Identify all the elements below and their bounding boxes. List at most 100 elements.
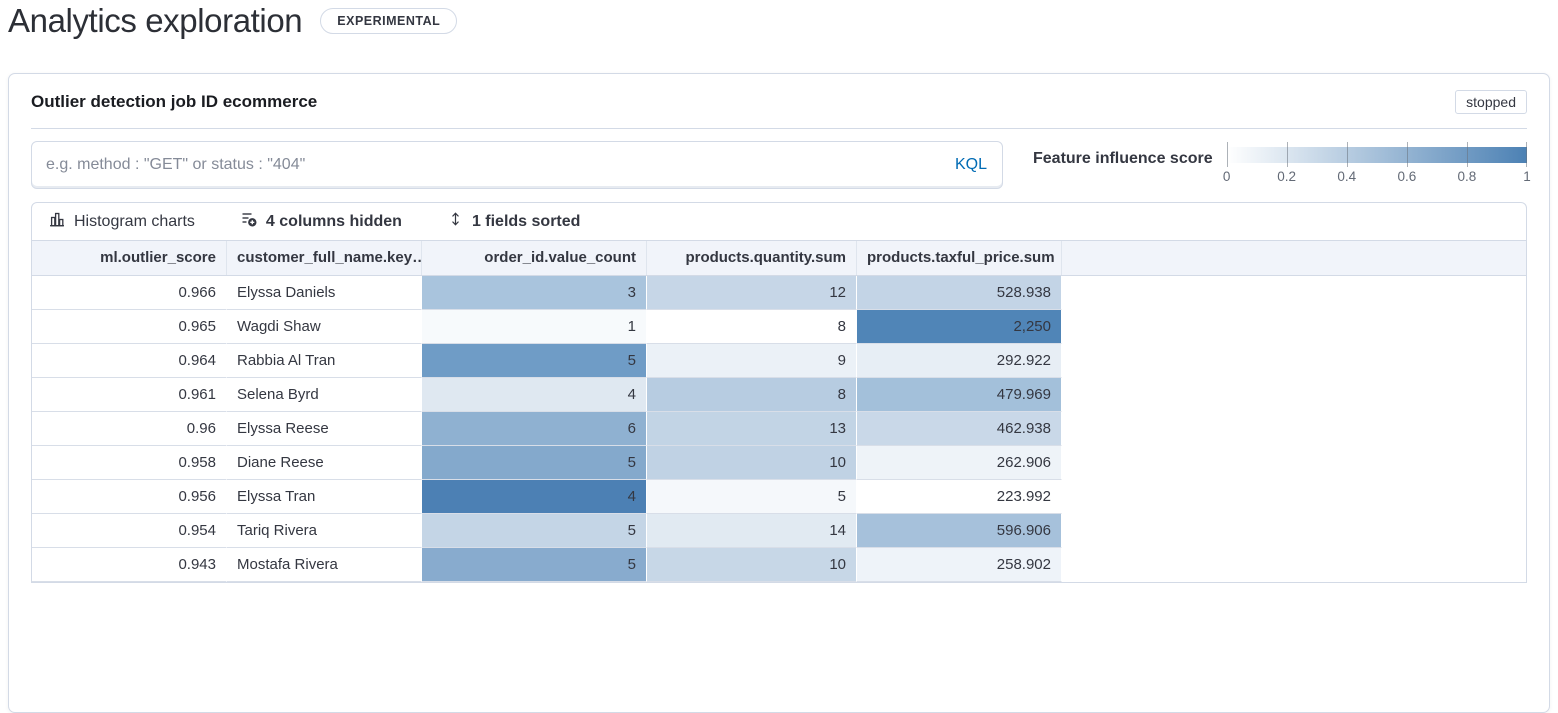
grid-cell[interactable]: 0.956 [32, 480, 227, 514]
outlier-detection-panel: Outlier detection job ID ecommerce stopp… [8, 73, 1550, 713]
grid-cell[interactable]: 8 [647, 310, 857, 344]
row-filler [1062, 310, 1526, 344]
grid-cell[interactable]: Rabbia Al Tran [227, 344, 422, 378]
grid-row: 0.964Rabbia Al Tran59292.922 [32, 344, 1526, 378]
grid-cell[interactable]: Elyssa Tran [227, 480, 422, 514]
grid-body: 0.966Elyssa Daniels312528.9380.965Wagdi … [32, 276, 1526, 582]
grid-cell[interactable]: 292.922 [857, 344, 1062, 378]
grid-row: 0.956Elyssa Tran45223.992 [32, 480, 1526, 514]
page-header: Analytics exploration EXPERIMENTAL [0, 0, 1558, 40]
list-add-icon [241, 211, 257, 232]
grid-cell[interactable]: 14 [647, 514, 857, 548]
panel-header: Outlier detection job ID ecommerce stopp… [31, 90, 1527, 114]
gradient-tick-label: 1 [1523, 169, 1531, 184]
histogram-charts-button[interactable]: Histogram charts [49, 211, 195, 232]
row-filler [1062, 446, 1526, 480]
fields-sorted-label: 1 fields sorted [472, 213, 580, 231]
grid-row: 0.961Selena Byrd48479.969 [32, 378, 1526, 412]
grid-row: 0.958Diane Reese510262.906 [32, 446, 1526, 480]
grid-cell[interactable]: 0.954 [32, 514, 227, 548]
grid-cell[interactable]: 479.969 [857, 378, 1062, 412]
grid-cell[interactable]: 0.964 [32, 344, 227, 378]
grid-row: 0.965Wagdi Shaw182,250 [32, 310, 1526, 344]
grid-row: 0.96Elyssa Reese613462.938 [32, 412, 1526, 446]
columns-hidden-label: 4 columns hidden [266, 213, 402, 231]
column-header-3[interactable]: products.quantity.sum [647, 241, 857, 275]
feature-influence-legend: Feature influence score 00.20.40.60.81 [1033, 142, 1527, 188]
grid-cell[interactable]: 528.938 [857, 276, 1062, 310]
grid-cell[interactable]: 6 [422, 412, 647, 446]
gradient-tick [1526, 142, 1527, 167]
job-title: Outlier detection job ID ecommerce [31, 92, 317, 112]
row-filler [1062, 276, 1526, 310]
sort-icon [448, 211, 463, 232]
gradient-tick-label: 0.8 [1458, 169, 1477, 184]
grid-cell[interactable]: Elyssa Daniels [227, 276, 422, 310]
grid-cell[interactable]: 0.958 [32, 446, 227, 480]
gradient-bar [1227, 147, 1527, 163]
row-filler [1062, 344, 1526, 378]
grid-cell[interactable]: 8 [647, 378, 857, 412]
fields-sorted-button[interactable]: 1 fields sorted [448, 211, 580, 232]
grid-cell[interactable]: 4 [422, 480, 647, 514]
gradient-tick [1467, 142, 1468, 167]
column-header-4[interactable]: products.taxful_price.sum [857, 241, 1062, 275]
grid-cell[interactable]: 2,250 [857, 310, 1062, 344]
grid-cell[interactable]: 0.966 [32, 276, 227, 310]
kql-button[interactable]: KQL [940, 156, 1002, 174]
grid-cell[interactable]: Diane Reese [227, 446, 422, 480]
grid-cell[interactable]: 5 [422, 344, 647, 378]
grid-cell[interactable]: 3 [422, 276, 647, 310]
gradient-tick [1287, 142, 1288, 167]
grid-cell[interactable]: 1 [422, 310, 647, 344]
grid-cell[interactable]: 0.965 [32, 310, 227, 344]
experimental-badge: EXPERIMENTAL [320, 8, 457, 34]
gradient-tick [1227, 142, 1228, 167]
histogram-charts-label: Histogram charts [74, 213, 195, 231]
row-filler [1062, 378, 1526, 412]
feature-influence-label: Feature influence score [1033, 142, 1213, 168]
grid-cell[interactable]: 5 [647, 480, 857, 514]
gradient-tick [1407, 142, 1408, 167]
grid-cell[interactable]: 4 [422, 378, 647, 412]
grid-cell[interactable]: 10 [647, 446, 857, 480]
search-box: KQL [31, 141, 1003, 189]
grid-cell[interactable]: Selena Byrd [227, 378, 422, 412]
query-row: KQL Feature influence score 00.20.40.60.… [31, 141, 1527, 189]
grid-row: 0.966Elyssa Daniels312528.938 [32, 276, 1526, 310]
grid-row: 0.954Tariq Rivera514596.906 [32, 514, 1526, 548]
row-filler [1062, 514, 1526, 548]
search-input[interactable] [32, 156, 940, 174]
column-header-1[interactable]: customer_full_name.key… [227, 241, 422, 275]
grid-cell[interactable]: 596.906 [857, 514, 1062, 548]
grid-cell[interactable]: Tariq Rivera [227, 514, 422, 548]
results-data-grid: ml.outlier_scorecustomer_full_name.key…o… [31, 241, 1527, 583]
histogram-icon [49, 211, 65, 232]
column-header-0[interactable]: ml.outlier_score [32, 241, 227, 275]
grid-cell[interactable]: 223.992 [857, 480, 1062, 514]
grid-cell[interactable]: 0.961 [32, 378, 227, 412]
column-header-2[interactable]: order_id.value_count [422, 241, 647, 275]
gradient-tick-label: 0.2 [1277, 169, 1296, 184]
panel-divider [31, 128, 1527, 129]
gradient-tick-label: 0.6 [1397, 169, 1416, 184]
feature-influence-scale: 00.20.40.60.81 [1227, 142, 1527, 188]
grid-header: ml.outlier_scorecustomer_full_name.key…o… [32, 241, 1526, 276]
page-title: Analytics exploration [8, 2, 302, 40]
gradient-tick-label: 0 [1223, 169, 1231, 184]
grid-cell[interactable]: Elyssa Reese [227, 412, 422, 446]
grid-cell[interactable]: Wagdi Shaw [227, 310, 422, 344]
grid-cell[interactable]: 5 [422, 446, 647, 480]
grid-cell[interactable]: 5 [422, 514, 647, 548]
columns-hidden-button[interactable]: 4 columns hidden [241, 211, 402, 232]
gradient-tick [1347, 142, 1348, 167]
grid-cell[interactable]: 12 [647, 276, 857, 310]
grid-cell[interactable]: 262.906 [857, 446, 1062, 480]
grid-cell[interactable]: 462.938 [857, 412, 1062, 446]
row-filler [1062, 412, 1526, 446]
status-badge: stopped [1455, 90, 1527, 114]
grid-cell[interactable]: 13 [647, 412, 857, 446]
row-filler [1062, 480, 1526, 514]
grid-cell[interactable]: 9 [647, 344, 857, 378]
grid-cell[interactable]: 0.96 [32, 412, 227, 446]
